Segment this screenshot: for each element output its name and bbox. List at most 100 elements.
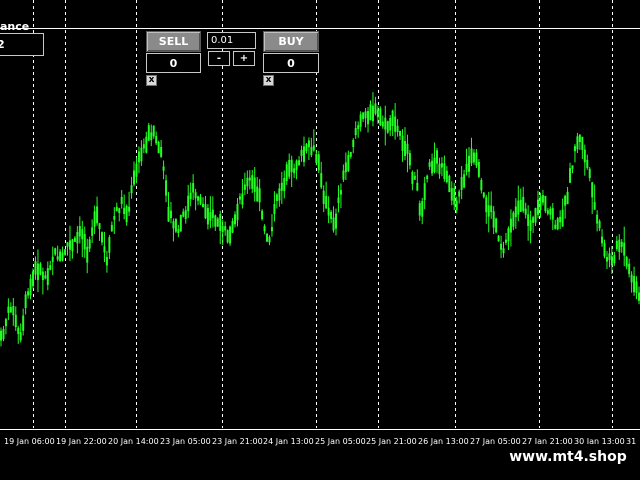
candle-body <box>477 162 480 177</box>
candle-body <box>315 153 318 163</box>
candle-body <box>635 281 638 293</box>
candle-body <box>14 314 17 328</box>
candle-body <box>339 190 342 195</box>
candle-body <box>374 103 377 114</box>
candle-body <box>167 206 170 222</box>
candle-body <box>71 239 74 252</box>
candle-body <box>298 160 301 166</box>
candle-body <box>152 125 155 137</box>
lot-increase-button[interactable]: + <box>233 51 255 66</box>
candle-body <box>436 150 439 164</box>
candle-body <box>224 226 227 231</box>
candle-body <box>421 201 424 217</box>
candle-body <box>352 139 355 148</box>
candle-body <box>354 128 357 136</box>
candle-body <box>423 183 426 201</box>
x-tick-label: 24 Jan 13:00 <box>263 437 314 446</box>
candle-body <box>162 166 165 171</box>
candle-body <box>391 110 394 127</box>
candle-body <box>2 329 5 340</box>
candle-body <box>497 235 500 242</box>
candle-body <box>234 214 237 225</box>
candle-body <box>46 268 49 285</box>
candle-body <box>113 215 116 220</box>
candle-body <box>184 210 187 219</box>
candle-body <box>379 108 382 126</box>
candle-body <box>206 207 209 225</box>
candle-body <box>204 204 207 219</box>
candle-body <box>625 257 628 267</box>
candle-body <box>27 291 30 296</box>
candle-body <box>278 188 281 201</box>
candle-body <box>81 229 84 240</box>
candle-body <box>325 195 328 209</box>
candle-body <box>110 224 113 232</box>
candle-body <box>406 143 409 154</box>
candle-body <box>54 248 57 255</box>
candle-body <box>189 192 192 200</box>
candle-body <box>157 141 160 154</box>
candle-body <box>241 193 244 205</box>
sell-close-icon[interactable]: x <box>146 75 157 86</box>
candle-body <box>310 146 313 155</box>
candle-body <box>337 197 340 204</box>
candle-body <box>322 190 325 204</box>
candle-body <box>522 196 525 212</box>
sell-button[interactable]: SELL <box>146 31 201 52</box>
candle-body <box>120 196 123 204</box>
buy-button[interactable]: BUY <box>263 31 319 52</box>
candle-body <box>49 265 52 270</box>
candle-body <box>73 237 76 242</box>
candle-body <box>514 206 517 218</box>
candle-body <box>571 165 574 169</box>
candle-body <box>201 203 204 208</box>
candle-body <box>344 162 347 173</box>
candle-body <box>386 121 389 133</box>
candle-body <box>251 175 254 189</box>
candle-body <box>369 104 372 121</box>
candle-body <box>603 243 606 257</box>
candle-body <box>554 224 557 229</box>
candle-body <box>305 144 308 152</box>
candle-body <box>147 125 150 141</box>
candle-body <box>0 330 2 341</box>
candle-body <box>302 146 305 163</box>
candle-body <box>487 205 490 217</box>
lot-size-input[interactable]: 0.01 <box>207 32 256 49</box>
candle-body <box>273 204 276 215</box>
candle-body <box>64 249 67 255</box>
candle-body <box>194 192 197 199</box>
candle-body <box>243 184 246 190</box>
candle-body <box>448 175 451 193</box>
candle-body <box>426 175 429 180</box>
candle-body <box>610 256 613 266</box>
candle-body <box>320 173 323 188</box>
candle-body <box>596 214 599 224</box>
candle-body <box>630 274 633 283</box>
candle-body <box>295 160 298 171</box>
candle-body <box>443 163 446 180</box>
candle-body <box>192 183 195 193</box>
candle-body <box>253 177 256 192</box>
candle-body <box>105 256 108 266</box>
x-tick-label: 23 Jan 21:00 <box>212 437 263 446</box>
candle-body <box>68 240 71 250</box>
candle-body <box>588 168 591 179</box>
lot-decrease-button[interactable]: - <box>208 51 230 66</box>
candle-body <box>620 241 623 247</box>
candle-body <box>123 207 126 215</box>
candle-body <box>472 152 475 163</box>
candle-body <box>290 159 293 173</box>
candle-body <box>463 174 466 188</box>
candle-body <box>490 205 493 213</box>
candle-body <box>155 135 158 144</box>
price-chart[interactable]: 19 Jan 06:00 19 Jan 22:00 20 Jan 14:00 23 J… <box>0 0 640 480</box>
candle-body <box>330 211 333 219</box>
candle-body <box>140 147 143 162</box>
buy-close-icon[interactable]: x <box>263 75 274 86</box>
candle-body <box>17 327 20 334</box>
candle-body <box>509 218 512 233</box>
candle-body <box>83 233 86 250</box>
candle-body <box>396 125 399 133</box>
candle-body <box>39 263 42 275</box>
